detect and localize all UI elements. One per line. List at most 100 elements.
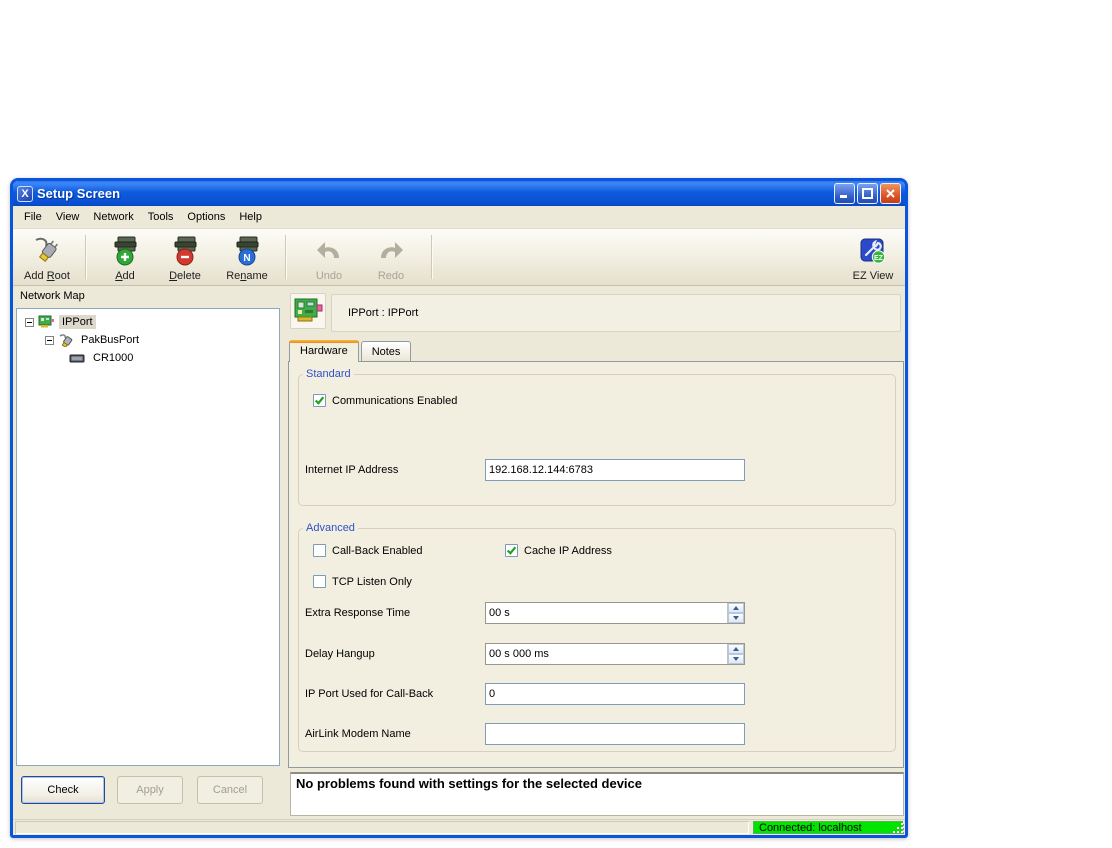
check-icon (314, 396, 325, 405)
tab-strip: Hardware Notes (289, 340, 413, 362)
spin-down-button[interactable] (728, 654, 744, 664)
undo-button[interactable]: Undo (301, 232, 357, 282)
network-tree[interactable]: IPPort PakBusPort CR1000 (16, 308, 280, 766)
status-bar: Connected: localhost (13, 819, 905, 835)
airlink-modem-name-input[interactable] (485, 723, 745, 745)
network-card-icon (38, 315, 55, 329)
spin-down-button[interactable] (728, 613, 744, 623)
device-settings-panel: IPPort : IPPort Hardware Notes Standard … (287, 286, 905, 819)
menu-tools[interactable]: Tools (141, 208, 181, 226)
tree-item-ipport[interactable]: IPPort (17, 313, 279, 331)
check-button[interactable]: Check (21, 776, 105, 804)
app-icon: X (17, 185, 33, 202)
arrow-up-icon (733, 647, 739, 651)
ip-port-call-back-label: IP Port Used for Call-Back (305, 688, 434, 700)
cache-ip-address-checkbox[interactable] (505, 544, 518, 557)
rename-card-n-icon: N (232, 232, 262, 270)
main-content: Network Map IPPort PakBusPort CR1000 Che… (13, 286, 905, 819)
maximize-button[interactable] (857, 183, 878, 204)
advanced-group: Advanced Call-Back Enabled Cache IP Addr… (298, 522, 896, 752)
datalogger-icon (69, 353, 86, 364)
spin-up-button[interactable] (728, 603, 744, 613)
menu-view[interactable]: View (49, 208, 87, 226)
connection-status-badge: Connected: localhost (753, 821, 903, 834)
device-header-label: IPPort : IPPort (348, 307, 419, 319)
cache-ip-address-label: Cache IP Address (524, 544, 612, 557)
menu-help[interactable]: Help (232, 208, 269, 226)
minimize-button[interactable] (834, 183, 855, 204)
airlink-modem-name-label: AirLink Modem Name (305, 728, 411, 740)
maximize-icon (862, 188, 873, 199)
communications-enabled-checkbox[interactable] (313, 394, 326, 407)
plug-icon (58, 333, 74, 347)
network-map-title: Network Map (20, 290, 85, 302)
extra-response-time-spinner (485, 602, 745, 624)
ez-view-icon: EZ (860, 232, 887, 270)
rename-button[interactable]: N Rename (217, 232, 277, 282)
undo-icon (315, 232, 343, 270)
tree-item-label[interactable]: PakBusPort (78, 333, 142, 347)
redo-icon (377, 232, 405, 270)
call-back-enabled-row: Call-Back Enabled (313, 544, 423, 557)
collapse-icon[interactable] (25, 317, 34, 327)
spin-up-button[interactable] (728, 644, 744, 654)
cache-ip-address-row: Cache IP Address (505, 544, 612, 557)
toolbar-separator (85, 235, 87, 279)
toolbar-separator (431, 235, 433, 279)
svg-text:N: N (243, 253, 250, 264)
extra-response-time-input[interactable] (485, 602, 745, 624)
check-icon (506, 546, 517, 555)
tab-notes[interactable]: Notes (360, 341, 412, 361)
add-root-button[interactable]: Add Root (15, 232, 79, 282)
arrow-up-icon (733, 606, 739, 610)
call-back-enabled-label: Call-Back Enabled (332, 544, 423, 557)
standard-group: Standard Communications Enabled Internet… (298, 368, 896, 506)
communications-enabled-row: Communications Enabled (313, 394, 457, 407)
redo-button[interactable]: Redo (363, 232, 419, 282)
toolbar: Add Root Add Delete N Rename Undo Redo E… (13, 229, 905, 286)
svg-text:EZ: EZ (874, 255, 884, 262)
ez-view-button[interactable]: EZ EZ View (845, 232, 901, 282)
tcp-listen-only-label: TCP Listen Only (332, 575, 412, 588)
tree-item-label[interactable]: IPPort (59, 315, 96, 329)
advanced-legend: Advanced (306, 522, 355, 534)
standard-legend: Standard (306, 368, 351, 380)
collapse-icon[interactable] (45, 335, 54, 345)
delete-card-minus-icon (170, 232, 200, 270)
delay-hangup-input[interactable] (485, 643, 745, 665)
tree-item-pakbusport[interactable]: PakBusPort (17, 331, 279, 349)
network-card-icon (294, 298, 323, 322)
status-panel-empty (15, 821, 749, 834)
add-card-plus-icon (110, 232, 140, 270)
internet-ip-address-input[interactable] (485, 459, 745, 481)
title-bar[interactable]: X Setup Screen (13, 181, 905, 206)
extra-response-time-label: Extra Response Time (305, 607, 411, 619)
delay-hangup-label: Delay Hangup (305, 648, 375, 660)
hardware-tab-page: Standard Communications Enabled Internet… (288, 361, 904, 768)
network-map-panel: Network Map IPPort PakBusPort CR1000 Che… (13, 286, 283, 819)
menu-bar: File View Network Tools Options Help (13, 206, 905, 229)
menu-options[interactable]: Options (180, 208, 232, 226)
minimize-icon (840, 195, 847, 198)
apply-button[interactable]: Apply (117, 776, 183, 804)
resize-grip-icon[interactable] (892, 822, 904, 834)
call-back-enabled-checkbox[interactable] (313, 544, 326, 557)
cancel-button[interactable]: Cancel (197, 776, 263, 804)
tcp-listen-only-checkbox[interactable] (313, 575, 326, 588)
menu-file[interactable]: File (17, 208, 49, 226)
validation-message: No problems found with settings for the … (290, 772, 904, 816)
tab-hardware[interactable]: Hardware (289, 340, 359, 362)
arrow-down-icon (733, 657, 739, 661)
tree-item-label[interactable]: CR1000 (90, 351, 136, 365)
delete-button[interactable]: Delete (157, 232, 213, 282)
delay-hangup-spinner (485, 643, 745, 665)
add-button[interactable]: Add (99, 232, 151, 282)
toolbar-separator (285, 235, 287, 279)
arrow-down-icon (733, 616, 739, 620)
ip-port-call-back-input[interactable] (485, 683, 745, 705)
communications-enabled-label: Communications Enabled (332, 394, 458, 407)
close-button[interactable] (880, 183, 901, 204)
tcp-listen-only-row: TCP Listen Only (313, 575, 412, 588)
tree-item-cr1000[interactable]: CR1000 (17, 349, 279, 367)
menu-network[interactable]: Network (86, 208, 140, 226)
